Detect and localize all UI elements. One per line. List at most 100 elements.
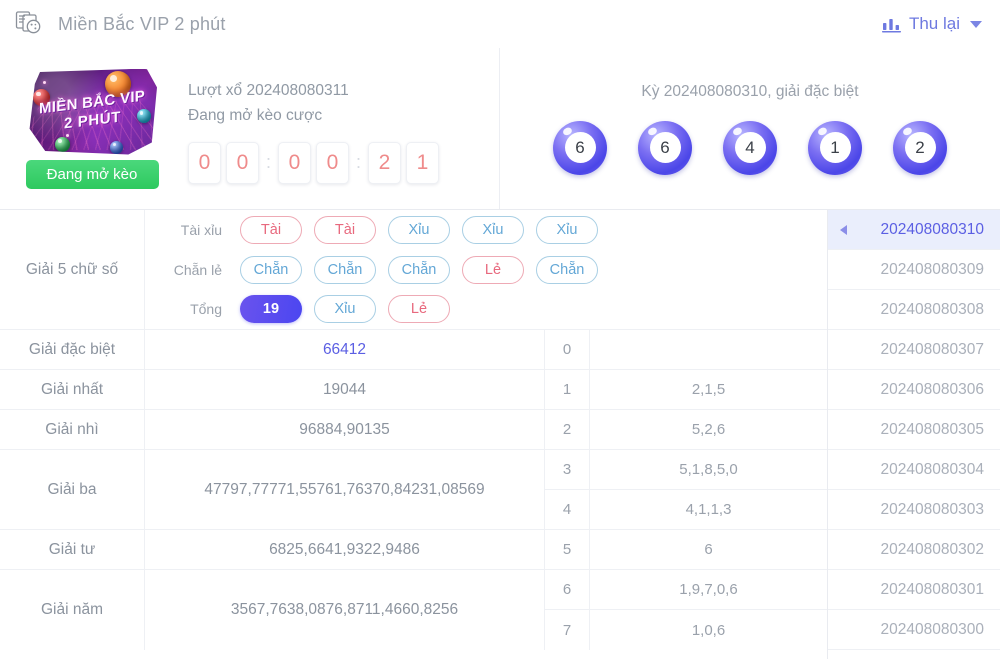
countdown-digit: 0 xyxy=(188,141,221,184)
bet-tag[interactable]: Chẵn xyxy=(314,255,376,284)
prize-value: 66412 xyxy=(145,330,545,369)
table-row: Giải nhì 96884,90135 xyxy=(0,410,545,450)
countdown-separator: : xyxy=(355,152,361,172)
chevron-down-icon xyxy=(970,20,982,28)
result-ball-value: 6 xyxy=(649,132,681,163)
digit-row: 3 5,1,8,5,0 xyxy=(545,450,827,490)
draw-info-text: Lượt xổ 202408080311 Đang mở kèo cược 0 … xyxy=(166,74,439,184)
bet-tag[interactable]: Chẵn xyxy=(388,255,450,284)
digit-index: 2 xyxy=(545,410,590,449)
digit-values: 1,0,6 xyxy=(691,621,726,639)
digit-values: 5,1,8,5,0 xyxy=(679,461,738,478)
period-item-selected[interactable]: 202408080310 xyxy=(828,210,1000,250)
collapse-button[interactable]: Thu lại xyxy=(881,14,982,34)
digit-values: 5,2,6 xyxy=(691,421,726,438)
digit-values: 6 xyxy=(704,541,713,558)
results-table-area: Giải 5 chữ số Tài xỉu Tài Tài Xỉu Xỉu Xỉ… xyxy=(0,210,1000,659)
bet-row-taixiu: Tài xỉu Tài Tài Xỉu Xỉu Xỉu xyxy=(145,210,827,250)
result-ball-value: 4 xyxy=(734,132,766,163)
bet-tag[interactable]: Lẻ xyxy=(462,255,524,284)
result-title: Kỳ 202408080310, giải đặc biệt xyxy=(641,82,859,100)
period-item[interactable]: 202408080303 xyxy=(828,490,1000,530)
digit-index: 1 xyxy=(545,370,590,409)
page-title: Miền Bắc VIP 2 phút xyxy=(58,13,226,34)
digit-row: 6 1,9,7,0,6 xyxy=(545,570,827,610)
period-item[interactable]: 202408080304 xyxy=(828,450,1000,490)
digit-index: 0 xyxy=(545,330,590,369)
decor-ball-orange xyxy=(105,70,131,97)
period-id: 202408080301 xyxy=(880,580,984,598)
digit-row: 7 1,0,6 xyxy=(545,610,827,650)
countdown-digit: 1 xyxy=(406,141,439,184)
bet-tag[interactable]: Tài xyxy=(314,215,376,244)
period-id: 202408080303 xyxy=(880,500,984,518)
results-table: Giải 5 chữ số Tài xỉu Tài Tài Xỉu Xỉu Xỉ… xyxy=(0,210,828,659)
period-item[interactable]: 202408080305 xyxy=(828,410,1000,450)
prize-rows: Giải đặc biệt 66412 Giải nhất 19044 Giải… xyxy=(0,330,545,650)
prize-label: Giải đặc biệt xyxy=(0,330,145,369)
period-item[interactable]: 202408080309 xyxy=(828,250,1000,290)
countdown-digit: 0 xyxy=(278,141,311,184)
bet-tag[interactable]: Chẵn xyxy=(240,255,302,284)
table-row: Giải tư 6825,6641,9322,9486 xyxy=(0,530,545,570)
digit-values: 4,1,1,3 xyxy=(685,501,732,518)
bet-tag[interactable]: Xỉu xyxy=(536,215,598,244)
result-ball-value: 2 xyxy=(904,132,936,163)
prize-value: 6825,6641,9322,9486 xyxy=(145,530,545,569)
bet-row-label: Chẵn lẻ xyxy=(173,261,222,278)
decor-ball-red xyxy=(33,88,50,106)
lottery-ticket-icon xyxy=(14,9,44,39)
brand-block: MIỀN BẮC VIP 2 PHÚT Đang mở kèo xyxy=(18,68,166,189)
period-item[interactable]: 202408080300 xyxy=(828,610,1000,650)
countdown-digit: 0 xyxy=(226,141,259,184)
bet-tag[interactable]: Lẻ xyxy=(388,295,450,324)
period-id: 202408080305 xyxy=(880,420,984,438)
period-id: 202408080304 xyxy=(880,460,984,478)
betting-status-label: Đang mở kèo cược xyxy=(188,106,323,124)
bet-row-label: Tài xỉu xyxy=(180,221,222,238)
bet-tag[interactable]: Xỉu xyxy=(388,215,450,244)
period-item[interactable]: 202408080308 xyxy=(828,290,1000,330)
period-id: 202408080308 xyxy=(880,300,984,318)
prize-value: 3567,7638,0876,8711,4660,8256 xyxy=(145,570,545,650)
digit-index: 4 xyxy=(545,490,590,529)
bet-row-tong: Tổng 19 Xỉu Lẻ xyxy=(145,289,827,329)
result-ball: 1 xyxy=(808,120,862,175)
period-id: 202408080306 xyxy=(880,380,984,398)
prize-label: Giải ba xyxy=(0,450,145,529)
digit-row: 1 2,1,5 xyxy=(545,370,827,410)
panel-left: MIỀN BẮC VIP 2 PHÚT Đang mở kèo Lượt xổ … xyxy=(0,48,500,209)
bet-row-label: Tổng xyxy=(190,301,222,318)
table-row: Giải đặc biệt 66412 xyxy=(0,330,545,370)
digit-row: 2 5,2,6 xyxy=(545,410,827,450)
bet-tag[interactable]: Xỉu xyxy=(462,215,524,244)
period-item[interactable]: 202408080301 xyxy=(828,570,1000,610)
prize-value: 19044 xyxy=(145,370,545,409)
countdown-digit: 0 xyxy=(316,141,349,184)
prize-label: Giải tư xyxy=(0,530,145,569)
digit-values: 1,9,7,0,6 xyxy=(679,581,738,598)
bet-tag-total[interactable]: 19 xyxy=(240,295,302,324)
bet-tag[interactable]: Tài xyxy=(240,215,302,244)
bet-tag[interactable]: Xỉu xyxy=(314,295,376,324)
top-header-bar: Miền Bắc VIP 2 phút Thu lại xyxy=(0,0,1000,48)
digit-row: 5 6 xyxy=(545,530,827,570)
result-ball: 6 xyxy=(638,120,692,175)
bets-section-row: Giải 5 chữ số Tài xỉu Tài Tài Xỉu Xỉu Xỉ… xyxy=(0,210,827,330)
period-item[interactable]: 202408080302 xyxy=(828,530,1000,570)
prize-digit-grid: Giải đặc biệt 66412 Giải nhất 19044 Giải… xyxy=(0,330,827,650)
result-ball: 4 xyxy=(723,120,777,175)
result-balls: 6 6 4 1 2 xyxy=(553,120,947,175)
countdown-digit: 2 xyxy=(368,141,401,184)
digit-index: 3 xyxy=(545,450,590,489)
period-item[interactable]: 202408080306 xyxy=(828,370,1000,410)
status-badge[interactable]: Đang mở kèo xyxy=(25,159,159,189)
period-list: 202408080310 202408080309 202408080308 2… xyxy=(828,210,1000,659)
bet-tag[interactable]: Chẵn xyxy=(536,255,598,284)
period-item[interactable]: 202408080307 xyxy=(828,330,1000,370)
digit-index: 6 xyxy=(545,570,590,609)
digit-row: 4 4,1,1,3 xyxy=(545,490,827,530)
collapse-label: Thu lại xyxy=(908,14,960,33)
bar-chart-icon xyxy=(881,15,901,34)
panel-right: Kỳ 202408080310, giải đặc biệt 6 6 4 1 2 xyxy=(500,48,1000,209)
